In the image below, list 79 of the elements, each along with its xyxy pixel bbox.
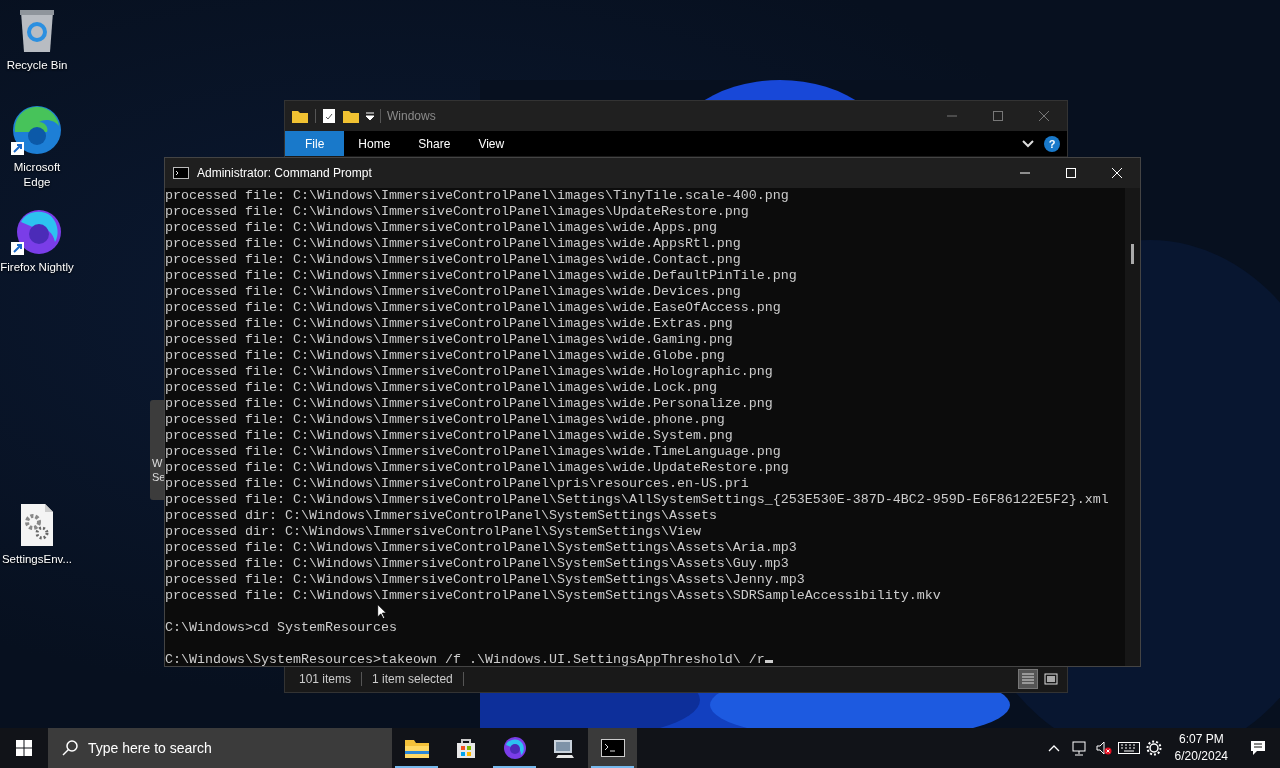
terminal-line: processed file: C:\Windows\ImmersiveControlPanel\images\wide.DefaultPinTile.png: [165, 268, 797, 283]
search-icon: [62, 740, 78, 756]
firefox-icon: [502, 736, 527, 760]
properties-button[interactable]: [322, 108, 336, 124]
terminal-line: processed file: C:\Windows\ImmersiveControlPanel\images\wide.AppsRtl.png: [165, 236, 741, 251]
tile-icon: [1044, 673, 1058, 685]
terminal-line: processed file: C:\Windows\ImmersiveControlPanel\images\wide.Personalize.png: [165, 396, 773, 411]
settings-file-icon[interactable]: [19, 502, 55, 548]
speaker-icon: [1096, 741, 1113, 755]
window-title: Administrator: Command Prompt: [197, 165, 372, 182]
maximize-icon: [993, 111, 1003, 121]
search-box[interactable]: Type here to search: [48, 728, 392, 768]
icon-label[interactable]: Recycle Bin: [6, 58, 68, 73]
icon-label[interactable]: SettingsEnv...: [1, 552, 73, 567]
new-folder-button[interactable]: [342, 108, 360, 124]
terminal-line: processed file: C:\Windows\ImmersiveControlPanel\Settings\AllSystemSettings_{253E530E-387D-4BC2-959D-E6F86122E5F2}.xml: [165, 492, 1109, 507]
terminal-line: processed file: C:\Windows\ImmersiveControlPanel\images\wide.Apps.png: [165, 220, 717, 235]
taskbar-app[interactable]: [588, 728, 637, 768]
item-count: 101 items: [299, 671, 352, 688]
terminal-line: processed dir: C:\Windows\ImmersiveControlPanel\SystemSettings\Assets: [165, 508, 717, 523]
list-icon: [1021, 673, 1035, 685]
terminal-line: processed file: C:\Windows\ImmersiveControlPanel\images\wide.Holographic.png: [165, 364, 773, 379]
maximize-icon: [1066, 168, 1076, 178]
terminal-line: processed file: C:\Windows\ImmersiveControlPanel\images\wide.UpdateRestore.png: [165, 460, 789, 475]
properties-icon: [322, 108, 336, 124]
chevron-icon: [1048, 744, 1061, 752]
folder-icon: [342, 108, 360, 124]
settings-icon: [1146, 740, 1163, 756]
terminal-line: processed file: C:\Windows\ImmersiveControlPanel\SystemSettings\Assets\Guy.mp3: [165, 556, 789, 571]
terminal-line: processed file: C:\Windows\ImmersiveControlPanel\images\UpdateRestore.png: [165, 204, 749, 219]
terminal-line: processed file: C:\Windows\ImmersiveControlPanel\images\wide.System.png: [165, 428, 733, 443]
terminal-line: C:\Windows\SystemResources>takeown /f .\Windows.UI.SettingsAppThreshold\ /r: [165, 652, 765, 666]
chevron-icon[interactable]: [1022, 139, 1034, 148]
keyboard-icon: [1118, 742, 1141, 754]
terminal-line: processed dir: C:\Windows\ImmersiveControlPanel\SystemSettings\View: [165, 524, 701, 539]
scrollbar[interactable]: [1125, 188, 1140, 666]
computer-icon: [551, 737, 576, 759]
mouse-pointer-icon: [377, 604, 387, 619]
terminal-line: processed file: C:\Windows\ImmersiveControlPanel\images\wide.Gaming.png: [165, 332, 733, 347]
recycle-bin-icon[interactable]: [17, 8, 57, 54]
terminal-line: processed file: C:\Windows\ImmersiveControlPanel\pris\resources.en-US.pri: [165, 476, 749, 491]
terminal-line: processed file: C:\Windows\ImmersiveControlPanel\images\wide.Contact.png: [165, 252, 741, 267]
terminal-icon: [173, 167, 189, 179]
selection-count: 1 item selected: [372, 671, 453, 688]
terminal-line: processed file: C:\Windows\ImmersiveControlPanel\images\wide.Globe.png: [165, 348, 725, 363]
folder-icon: [291, 108, 309, 124]
terminal-line: processed file: C:\Windows\ImmersiveControlPanel\SystemSettings\Assets\SDRSampleAccessibility.mkv: [165, 588, 941, 603]
ribbon-tab[interactable]: Home: [344, 131, 405, 156]
network-icon: [1072, 740, 1087, 756]
terminal-line: processed file: C:\Windows\ImmersiveControlPanel\images\TinyTile.scale-400.png: [165, 188, 789, 203]
terminal-line: processed file: C:\Windows\ImmersiveControlPanel\SystemSettings\Assets\Aria.mp3: [165, 540, 797, 555]
windows-icon: [16, 740, 32, 756]
terminal-icon: [600, 739, 625, 757]
terminal-line: processed file: C:\Windows\ImmersiveControlPanel\images\wide.EaseOfAccess.png: [165, 300, 781, 315]
icon-label[interactable]: Firefox Nightly: [0, 260, 74, 275]
store-icon: [454, 737, 477, 759]
close-icon: [1112, 168, 1122, 178]
scroll-thumb[interactable]: [1131, 244, 1134, 264]
terminal-line: processed file: C:\Windows\ImmersiveControlPanel\SystemSettings\Assets\Jenny.mp3: [165, 572, 805, 587]
caret-icon: [366, 112, 374, 120]
clock[interactable]: 6:07 PM 6/20/2024: [1166, 731, 1236, 765]
folder-icon: [403, 737, 430, 759]
terminal-line: processed file: C:\Windows\ImmersiveControlPanel\images\wide.TimeLanguage.png: [165, 444, 781, 459]
notification-icon: [1250, 740, 1266, 756]
terminal-line: processed file: C:\Windows\ImmersiveControlPanel\images\wide.Extras.png: [165, 316, 733, 331]
ribbon-tab[interactable]: Share: [404, 131, 465, 156]
panel-text: W: [152, 456, 164, 470]
terminal-line: C:\Windows>cd SystemResources: [165, 620, 397, 635]
ribbon-tab[interactable]: View: [464, 131, 519, 156]
close-icon: [1039, 111, 1049, 121]
terminal-line: processed file: C:\Windows\ImmersiveControlPanel\images\wide.Lock.png: [165, 380, 717, 395]
terminal-line: processed file: C:\Windows\ImmersiveControlPanel\images\wide.phone.png: [165, 412, 725, 427]
edge-icon[interactable]: [11, 104, 63, 156]
customize-button[interactable]: [366, 112, 374, 120]
terminal-line: processed file: C:\Windows\ImmersiveControlPanel\images\wide.Devices.png: [165, 284, 741, 299]
ribbon-tab[interactable]: File: [285, 131, 345, 156]
help-button[interactable]: ?: [1044, 135, 1060, 152]
icon-label[interactable]: Microsoft Edge: [0, 160, 74, 190]
window-title: Windows: [387, 108, 436, 125]
